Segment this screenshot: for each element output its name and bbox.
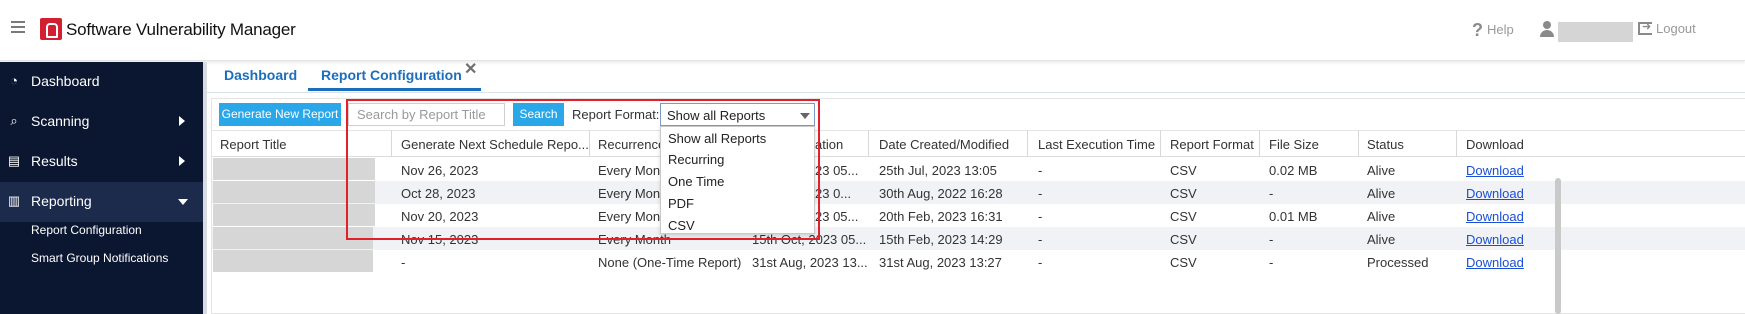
sidebar-item-label: Scanning	[31, 113, 90, 129]
generate-new-report-button[interactable]: Generate New Report	[219, 103, 341, 126]
created-cell: 15th Feb, 2023 14:29	[879, 232, 1003, 247]
format-cell: CSV	[1170, 186, 1197, 201]
column-divider	[1259, 130, 1260, 156]
close-tab-icon[interactable]: ✕	[464, 59, 477, 79]
last-exec-time-cell: -	[1038, 186, 1043, 201]
chart-icon: ▥	[7, 193, 21, 208]
column-header[interactable]: File Size	[1269, 137, 1319, 152]
format-cell: CSV	[1170, 209, 1197, 224]
help-label: Help	[1487, 22, 1514, 37]
app-title: Software Vulnerability Manager	[66, 20, 296, 39]
download-link[interactable]: Download	[1466, 209, 1524, 224]
last-execution-cell: 23 0...	[815, 186, 852, 201]
format-cell: CSV	[1170, 163, 1197, 178]
sidebar-item-scanning[interactable]: ⌕ Scanning	[0, 102, 203, 142]
sidebar: ◔ Dashboard ⌕ Scanning ▤ Results ▥ Repor…	[0, 62, 203, 314]
column-divider	[868, 130, 869, 156]
size-cell: 0.02 MB	[1269, 163, 1318, 178]
chevron-down-icon	[178, 199, 188, 205]
last-exec-time-cell: -	[1038, 163, 1043, 178]
scan-icon: ⌕	[10, 113, 18, 128]
column-header[interactable]: Report Title	[220, 137, 286, 152]
sidebar-subitem-report-configuration[interactable]: Report Configuration	[31, 223, 142, 237]
last-execution-cell: 23 05...	[815, 209, 859, 224]
sidebar-item-reporting[interactable]: ▥ Reporting	[0, 182, 203, 222]
column-header[interactable]: Last Execution Time	[1038, 137, 1155, 152]
last-exec-time-cell: -	[1038, 232, 1043, 247]
tab-dashboard[interactable]: Dashboard	[224, 67, 297, 83]
size-cell: -	[1269, 186, 1274, 201]
status-cell: Alive	[1367, 232, 1396, 247]
download-link[interactable]: Download	[1466, 255, 1524, 270]
sidebar-item-results[interactable]: ▤ Results	[0, 142, 203, 182]
logout-label: Logout	[1656, 21, 1696, 36]
status-cell: Alive	[1367, 209, 1396, 224]
recurrence-cell: None (One-Time Report)	[598, 255, 742, 270]
created-cell: 20th Feb, 2023 16:31	[879, 209, 1003, 224]
column-header[interactable]: Status	[1367, 137, 1404, 152]
user-icon	[1540, 21, 1554, 37]
last-exec-time-cell: -	[1038, 255, 1043, 270]
menu-icon[interactable]	[11, 21, 25, 35]
vertical-scrollbar[interactable]	[1555, 178, 1561, 314]
app-logo-icon	[40, 18, 62, 40]
top-header: Software Vulnerability Manager ? Help Log…	[0, 0, 1745, 61]
column-divider	[1027, 130, 1028, 156]
download-link[interactable]: Download	[1466, 163, 1524, 178]
sidebar-item-label: Dashboard	[31, 73, 100, 89]
status-cell: Processed	[1367, 255, 1429, 270]
chevron-right-icon	[179, 116, 185, 126]
help-link[interactable]: ? Help	[1472, 20, 1514, 41]
size-cell: -	[1269, 232, 1274, 247]
sidebar-subitem-smart-group-notifications[interactable]: Smart Group Notifications	[31, 251, 168, 265]
last-execution-cell: 31st Aug, 2023 13...	[752, 255, 868, 270]
logout-icon	[1638, 20, 1652, 35]
dashboard-icon: ◔	[10, 73, 18, 88]
status-cell: Alive	[1367, 163, 1396, 178]
clipboard-icon: ▤	[7, 153, 21, 168]
sidebar-divider	[203, 62, 207, 314]
column-header[interactable]: Download	[1466, 137, 1524, 152]
size-cell: -	[1269, 255, 1274, 270]
column-divider	[1160, 130, 1161, 156]
format-cell: CSV	[1170, 232, 1197, 247]
created-cell: 30th Aug, 2022 16:28	[879, 186, 1003, 201]
sidebar-item-dashboard[interactable]: ◔ Dashboard	[0, 62, 203, 102]
column-divider	[1358, 130, 1359, 156]
created-cell: 31st Aug, 2023 13:27	[879, 255, 1002, 270]
download-link[interactable]: Download	[1466, 186, 1524, 201]
chevron-right-icon	[179, 156, 185, 166]
sidebar-item-label: Results	[31, 153, 78, 169]
sidebar-item-label: Reporting	[31, 193, 92, 209]
last-execution-cell: 23 05...	[815, 163, 859, 178]
column-header[interactable]: Date Created/Modified	[879, 137, 1009, 152]
size-cell: 0.01 MB	[1269, 209, 1318, 224]
column-divider	[1456, 130, 1457, 156]
user-name-redacted	[1558, 22, 1633, 42]
logout-link[interactable]: Logout	[1638, 20, 1696, 36]
created-cell: 25th Jul, 2023 13:05	[879, 163, 997, 178]
download-link[interactable]: Download	[1466, 232, 1524, 247]
column-header[interactable]: Report Format	[1170, 137, 1254, 152]
status-cell: Alive	[1367, 186, 1396, 201]
report-title-redacted	[213, 250, 373, 272]
format-cell: CSV	[1170, 255, 1197, 270]
last-exec-time-cell: -	[1038, 209, 1043, 224]
highlight-box	[346, 99, 820, 240]
help-icon: ?	[1472, 20, 1483, 40]
next-schedule-cell: -	[401, 255, 406, 270]
tab-report-configuration[interactable]: Report Configuration	[321, 67, 462, 83]
active-tab-indicator	[308, 88, 481, 91]
